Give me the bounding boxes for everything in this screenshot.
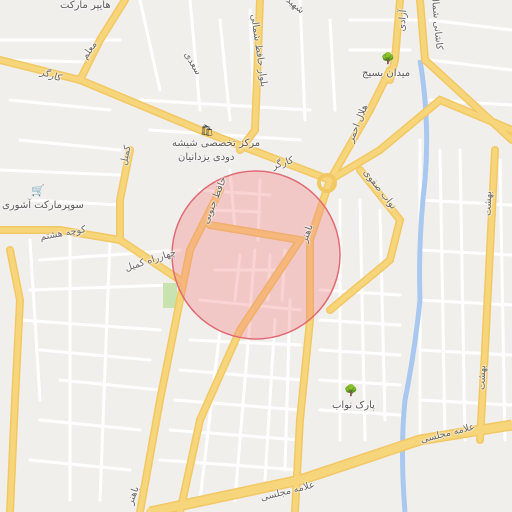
tree-icon[interactable]: 🌳: [344, 383, 358, 397]
road-label-behesht-2: بهشت: [476, 364, 489, 391]
road-label-behesht-1: بهشت: [482, 190, 495, 217]
poi-park-navab[interactable]: پارک نواب: [332, 400, 375, 411]
poi-meydan-basij[interactable]: میدان بسیج: [362, 68, 410, 79]
cart-icon[interactable]: 🛒: [31, 183, 45, 197]
poi-glass-center-line2[interactable]: دودی یزدانیان: [178, 152, 234, 163]
tree-icon[interactable]: 🌳: [381, 51, 395, 65]
map-view[interactable]: 🛍 مرکز تخصصی شیشه دودی یزدانیان 🛒 سوپرما…: [0, 0, 512, 512]
shopping-bag-icon[interactable]: 🛍: [200, 123, 214, 137]
poi-glass-center-line1[interactable]: مرکز تخصصی شیشه: [172, 138, 260, 149]
park-area: [163, 283, 177, 308]
poi-supermarket-ashouri[interactable]: سوپرمارکت آشوری: [2, 200, 84, 211]
road-label-azadi: آزادی: [396, 9, 410, 32]
highlight-circle[interactable]: [171, 170, 341, 340]
poi-hyper-market[interactable]: هایپر مارکت: [60, 0, 111, 11]
